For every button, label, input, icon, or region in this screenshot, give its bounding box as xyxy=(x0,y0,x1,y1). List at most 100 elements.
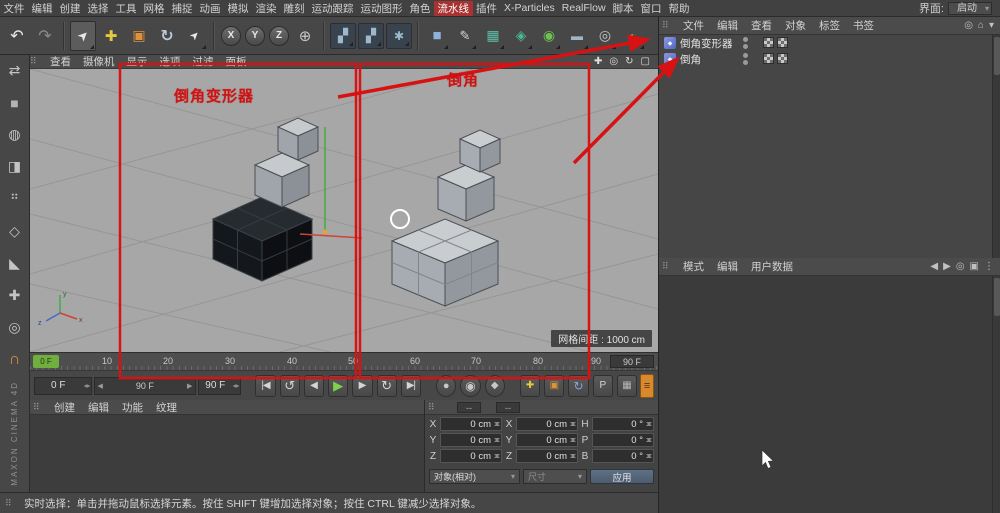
coordinate-system-button[interactable] xyxy=(292,21,318,51)
autokey-button[interactable] xyxy=(460,374,481,397)
menu-snap[interactable]: 捕捉 xyxy=(168,1,196,16)
visibility-toggles[interactable] xyxy=(743,53,748,65)
menu-edit[interactable]: 编辑 xyxy=(28,1,56,16)
record-position-toggle[interactable] xyxy=(519,374,541,397)
om-menu-bookmarks[interactable]: 书签 xyxy=(847,18,880,33)
panel-menu-icon[interactable] xyxy=(5,498,17,509)
menu-create[interactable]: 创建 xyxy=(56,1,84,16)
go-to-end-button[interactable] xyxy=(400,374,421,397)
menu-help[interactable]: 帮助 xyxy=(665,1,693,16)
object-row-bevel-deformer[interactable]: 倒角变形器 xyxy=(659,35,1000,51)
move-tool[interactable] xyxy=(98,21,124,51)
rotation-b-field[interactable]: 0 ° xyxy=(592,449,654,463)
menu-character[interactable]: 角色 xyxy=(406,1,434,16)
panel-menu-icon[interactable] xyxy=(662,261,674,272)
menu-sculpt[interactable]: 雕刻 xyxy=(280,1,308,16)
lock-z-button[interactable]: Z xyxy=(269,25,289,46)
polygons-mode-icon[interactable] xyxy=(4,253,26,274)
viewport-canvas[interactable]: y x z 网格间距 : 1000 cm xyxy=(30,69,658,352)
coordinate-mode-dropdown[interactable]: 对象(相对) xyxy=(429,469,520,484)
menu-file[interactable]: 文件 xyxy=(0,1,28,16)
rotate-tool[interactable] xyxy=(154,21,180,51)
scale-tool[interactable] xyxy=(126,21,152,51)
points-mode-icon[interactable] xyxy=(4,189,26,210)
mograph-button[interactable] xyxy=(508,21,534,51)
search-icon[interactable]: ◎ xyxy=(956,261,965,272)
render-view-button[interactable] xyxy=(330,22,356,49)
toggle-view-icon[interactable]: ▢ xyxy=(641,56,650,67)
record-pla-toggle[interactable] xyxy=(616,374,638,397)
timeline-menu-icon[interactable] xyxy=(640,373,654,398)
history-forward-icon[interactable]: ▶ xyxy=(943,261,951,272)
menu-icon[interactable]: ⋮ xyxy=(984,261,994,272)
om-menu-file[interactable]: 文件 xyxy=(677,18,710,33)
am-menu-edit[interactable]: 编辑 xyxy=(711,259,744,274)
filter-icon[interactable]: ▾ xyxy=(989,20,994,31)
lock-x-button[interactable]: X xyxy=(221,25,241,46)
texture-mode-icon[interactable] xyxy=(4,124,26,145)
apply-button[interactable]: 应用 xyxy=(590,469,654,484)
tag-icon[interactable] xyxy=(777,37,788,48)
menu-select[interactable]: 选择 xyxy=(84,1,112,16)
render-settings-button[interactable] xyxy=(386,22,412,49)
rotation-p-field[interactable]: 0 ° xyxy=(592,433,654,447)
size-z-field[interactable]: 0 cm xyxy=(516,449,578,463)
previous-frame-button[interactable] xyxy=(303,374,325,397)
current-frame-field[interactable]: 0 F xyxy=(34,376,92,395)
om-menu-view[interactable]: 查看 xyxy=(745,18,778,33)
am-menu-userdata[interactable]: 用户数据 xyxy=(745,259,799,274)
object-row-bevel[interactable]: 倒角 xyxy=(659,51,1000,67)
lock-y-button[interactable]: Y xyxy=(245,25,265,46)
model-mode-icon[interactable] xyxy=(4,92,26,113)
menu-render[interactable]: 渲染 xyxy=(252,1,280,16)
menu-motion-tracker[interactable]: 运动跟踪 xyxy=(308,1,357,16)
scrollbar[interactable] xyxy=(992,35,1000,258)
viewport-menu-view[interactable]: 查看 xyxy=(44,54,77,69)
make-editable-icon[interactable] xyxy=(4,60,26,81)
menu-realflow[interactable]: RealFlow xyxy=(558,2,609,14)
camera-button[interactable] xyxy=(592,21,618,51)
panel-menu-icon[interactable] xyxy=(30,56,42,67)
menu-simulate[interactable]: 模拟 xyxy=(224,1,252,16)
zoom-view-icon[interactable]: ◎ xyxy=(609,56,618,67)
timeline-ruler[interactable]: 0 F 10 20 30 40 50 60 70 80 90 90 F xyxy=(30,352,658,370)
position-x-field[interactable]: 0 cm xyxy=(440,417,502,431)
home-icon[interactable]: ⌂ xyxy=(978,20,984,31)
redo-button[interactable] xyxy=(32,21,58,51)
om-menu-edit[interactable]: 编辑 xyxy=(711,18,744,33)
visibility-toggles[interactable] xyxy=(743,37,748,49)
deformer-state-icon[interactable] xyxy=(763,37,774,48)
go-to-start-button[interactable] xyxy=(255,374,276,397)
am-menu-mode[interactable]: 模式 xyxy=(677,259,710,274)
render-to-picture-viewer-button[interactable] xyxy=(358,22,384,49)
play-button[interactable] xyxy=(328,374,349,397)
tag-icon[interactable] xyxy=(777,53,788,64)
scrollbar[interactable] xyxy=(992,276,1000,513)
floor-button[interactable] xyxy=(564,21,590,51)
viewport-menu-panel[interactable]: 面板 xyxy=(220,54,253,69)
om-menu-tags[interactable]: 标签 xyxy=(813,18,846,33)
next-frame-button[interactable] xyxy=(352,374,373,397)
previous-key-button[interactable] xyxy=(279,374,300,397)
position-z-field[interactable]: 0 cm xyxy=(440,449,502,463)
snapping-icon[interactable] xyxy=(4,349,26,370)
record-scale-toggle[interactable] xyxy=(544,374,565,397)
record-keyframe-button[interactable] xyxy=(436,374,457,397)
interface-dropdown[interactable]: 启动 xyxy=(948,1,992,15)
menu-animate[interactable]: 动画 xyxy=(196,1,224,16)
record-parameter-toggle[interactable]: P xyxy=(592,374,613,397)
lock-icon[interactable]: ▣ xyxy=(970,261,979,272)
panel-menu-icon[interactable] xyxy=(662,20,674,31)
menu-pipeline[interactable]: 流水线 xyxy=(434,0,473,16)
move-view-icon[interactable]: ✚ xyxy=(594,56,602,67)
viewport-menu-cameras[interactable]: 摄像机 xyxy=(77,54,121,69)
om-menu-objects[interactable]: 对象 xyxy=(779,18,812,33)
environment-button[interactable] xyxy=(620,21,646,51)
pen-spline-button[interactable] xyxy=(452,21,478,51)
keyframe-selection-button[interactable] xyxy=(484,374,505,397)
current-frame-marker[interactable]: 0 F xyxy=(33,355,59,368)
workplane-mode-icon[interactable] xyxy=(4,156,26,177)
enable-axis-icon[interactable] xyxy=(4,285,26,306)
material-menu-create[interactable]: 创建 xyxy=(48,400,81,415)
live-selection-tool[interactable] xyxy=(70,20,96,51)
